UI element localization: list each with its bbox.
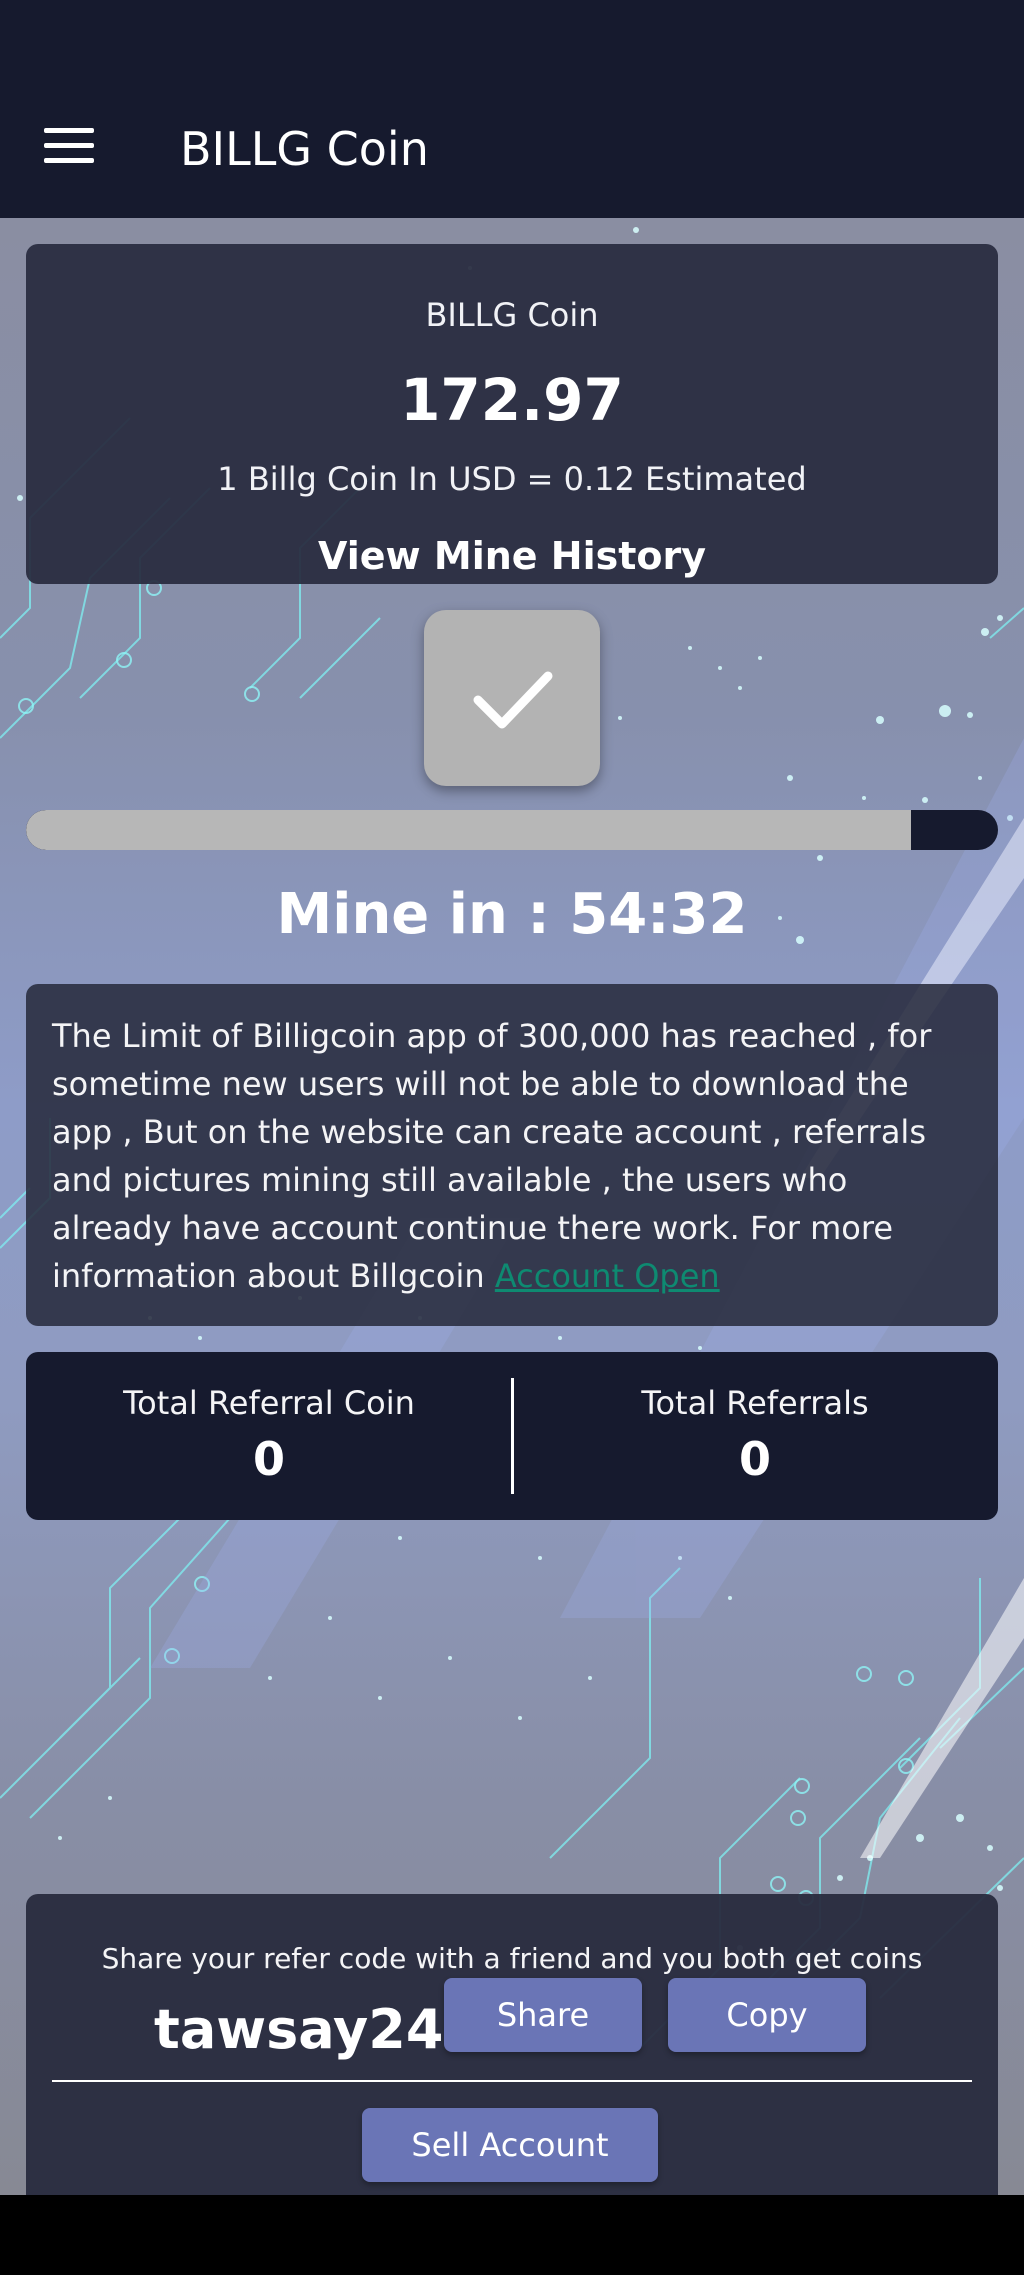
coin-balance: 172.97	[400, 366, 624, 434]
navigation-bar	[0, 2195, 1024, 2275]
total-referral-coin-label: Total Referral Coin	[123, 1384, 415, 1422]
status-bar	[0, 0, 1024, 82]
hamburger-menu-icon[interactable]	[44, 128, 94, 168]
refer-divider	[52, 2080, 972, 2082]
mining-progress-fill	[26, 810, 911, 850]
refer-card: Share your refer code with a friend and …	[26, 1894, 998, 2195]
refer-note: Share your refer code with a friend and …	[101, 1942, 923, 1975]
referral-stats-card: Total Referral Coin 0 Total Referrals 0	[26, 1352, 998, 1520]
main-content: BILLG Coin 172.97 1 Billg Coin In USD = …	[0, 218, 1024, 2195]
total-referrals-label: Total Referrals	[641, 1384, 869, 1422]
usd-rate-text: 1 Billg Coin In USD = 0.12 Estimated	[217, 460, 807, 498]
mine-button[interactable]	[424, 610, 600, 786]
view-mine-history-link[interactable]: View Mine History	[26, 534, 998, 578]
sell-account-button[interactable]: Sell Account	[362, 2108, 658, 2182]
mining-progress-bar	[26, 810, 998, 850]
share-button[interactable]: Share	[444, 1978, 642, 2052]
total-referral-coin-value: 0	[252, 1432, 285, 1486]
copy-button[interactable]: Copy	[668, 1978, 866, 2052]
app-title: BILLG Coin	[180, 122, 429, 176]
notice-text: The Limit of Billigcoin app of 300,000 h…	[52, 1012, 974, 1300]
coin-balance-card: BILLG Coin 172.97 1 Billg Coin In USD = …	[26, 244, 998, 584]
mine-timer: Mine in : 54:32	[276, 882, 748, 947]
refer-code: tawsay24	[154, 1998, 444, 2061]
total-referrals-value: 0	[738, 1432, 771, 1486]
notice-body: The Limit of Billigcoin app of 300,000 h…	[52, 1017, 932, 1295]
app-bar: BILLG Coin	[0, 82, 1024, 218]
checkmark-icon	[473, 671, 553, 729]
account-open-link[interactable]: Account Open	[495, 1257, 720, 1295]
coin-label: BILLG Coin	[425, 296, 599, 334]
notice-card: The Limit of Billigcoin app of 300,000 h…	[26, 984, 998, 1326]
